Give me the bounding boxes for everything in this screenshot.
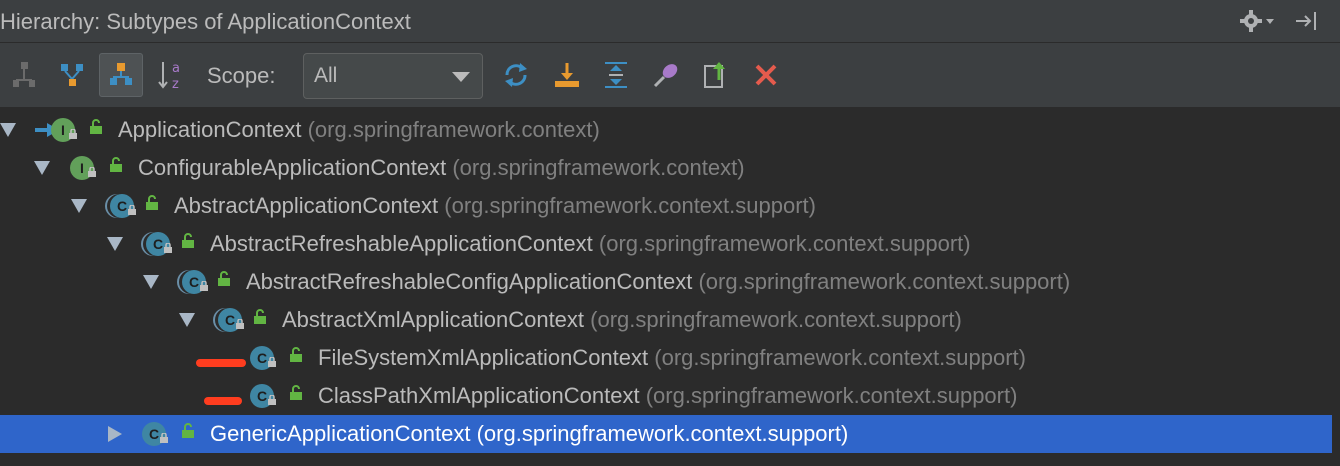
tree-node[interactable]: I ConfigurableApplicationContext (org.sp… (0, 149, 1332, 187)
public-access-icon (254, 309, 266, 324)
hierarchy-tree[interactable]: I ApplicationContext (org.springframewor… (0, 108, 1340, 466)
lock-icon (160, 433, 168, 443)
expand-arrow-icon[interactable] (143, 275, 159, 289)
public-access-icon (182, 423, 194, 438)
tree-node-label: GenericApplicationContext (org.springfra… (210, 421, 849, 446)
public-access-icon (90, 119, 102, 134)
package-label: (org.springframework.context.support) (476, 421, 849, 446)
expand-arrow-icon[interactable] (34, 161, 50, 175)
red-highlight-mark (204, 397, 242, 405)
package-label: (org.springframework.context.support) (654, 345, 1026, 370)
expand-arrow-icon[interactable] (107, 237, 123, 251)
tree-node-selected[interactable]: C GenericApplicationContext (org.springf… (0, 415, 1332, 453)
sort-alphabetically-icon[interactable]: a z (150, 53, 194, 97)
package-label: (org.springframework.context.support) (598, 231, 971, 256)
scope-dropdown[interactable]: All (303, 53, 483, 99)
supertypes-hierarchy-icon[interactable] (2, 53, 46, 97)
svg-text:a: a (172, 61, 180, 76)
export-icon[interactable] (545, 53, 589, 97)
expand-all-icon[interactable] (594, 53, 638, 97)
hierarchy-toolbar: a z Scope: All (0, 43, 1340, 108)
package-label: (org.springframework.context) (307, 117, 600, 142)
close-icon[interactable] (744, 53, 788, 97)
lock-icon (268, 357, 276, 367)
gear-icon[interactable] (1238, 8, 1282, 34)
tree-node-label: AbstractRefreshableApplicationContext (o… (210, 231, 971, 256)
tree-node-label: ApplicationContext (org.springframework.… (118, 117, 600, 142)
lock-icon (69, 129, 77, 139)
public-access-icon (290, 385, 302, 400)
tree-node[interactable]: C AbstractXmlApplicationContext (org.spr… (0, 301, 1332, 339)
public-access-icon (182, 233, 194, 248)
package-label: (org.springframework.context.support) (444, 193, 816, 218)
open-in-tab-icon[interactable] (694, 53, 738, 97)
scope-selected-value: All (314, 64, 338, 87)
package-label: (org.springframework.context.support) (590, 307, 962, 332)
lock-icon (268, 395, 276, 405)
tree-node-label: ConfigurableApplicationContext (org.spri… (138, 155, 745, 180)
refresh-icon[interactable] (494, 53, 538, 97)
lock-icon (128, 205, 136, 215)
tree-node-label: AbstractRefreshableConfigApplicationCont… (246, 269, 1071, 294)
collapse-arrow-icon[interactable] (108, 426, 122, 442)
tree-node[interactable]: C ClassPathXmlApplicationContext (org.sp… (0, 377, 1332, 415)
public-access-icon (110, 157, 122, 172)
chevron-down-icon (452, 72, 470, 82)
expand-arrow-icon[interactable] (71, 199, 87, 213)
svg-text:z: z (172, 77, 179, 92)
public-access-icon (218, 271, 230, 286)
red-highlight-mark (196, 359, 246, 367)
tree-node[interactable]: I ApplicationContext (org.springframewor… (0, 111, 1332, 149)
lock-icon (236, 319, 244, 329)
tree-node-label: AbstractApplicationContext (org.springfr… (174, 193, 816, 218)
tree-node[interactable]: C FileSystemXmlApplicationContext (org.s… (0, 339, 1332, 377)
package-label: (org.springframework.context.support) (645, 383, 1018, 408)
tree-node[interactable]: C AbstractRefreshableConfigApplicationCo… (0, 263, 1332, 301)
lock-icon (200, 281, 208, 291)
tree-node[interactable]: C AbstractRefreshableApplicationContext … (0, 225, 1332, 263)
type-hierarchy-icon[interactable] (50, 53, 94, 97)
hide-panel-icon[interactable] (1292, 8, 1322, 34)
package-label: (org.springframework.context) (452, 155, 745, 180)
tree-node-label: AbstractXmlApplicationContext (org.sprin… (282, 307, 962, 332)
lock-icon (164, 243, 172, 253)
public-access-icon (290, 347, 302, 362)
tree-node-label: FileSystemXmlApplicationContext (org.spr… (318, 345, 1026, 370)
lock-icon (88, 167, 96, 177)
tree-node[interactable]: C AbstractApplicationContext (org.spring… (0, 187, 1332, 225)
tool-window-header: Hierarchy: Subtypes of ApplicationContex… (0, 0, 1340, 43)
scope-label: Scope: (207, 63, 276, 88)
package-label: (org.springframework.context.support) (698, 269, 1071, 294)
pin-icon[interactable] (644, 53, 688, 97)
subtypes-hierarchy-icon[interactable] (99, 53, 143, 97)
tree-node-label: ClassPathXmlApplicationContext (org.spri… (318, 383, 1018, 408)
expand-arrow-icon[interactable] (0, 123, 16, 137)
tool-window-title: Hierarchy: Subtypes of ApplicationContex… (0, 9, 411, 34)
public-access-icon (146, 195, 158, 210)
expand-arrow-icon[interactable] (179, 313, 195, 327)
